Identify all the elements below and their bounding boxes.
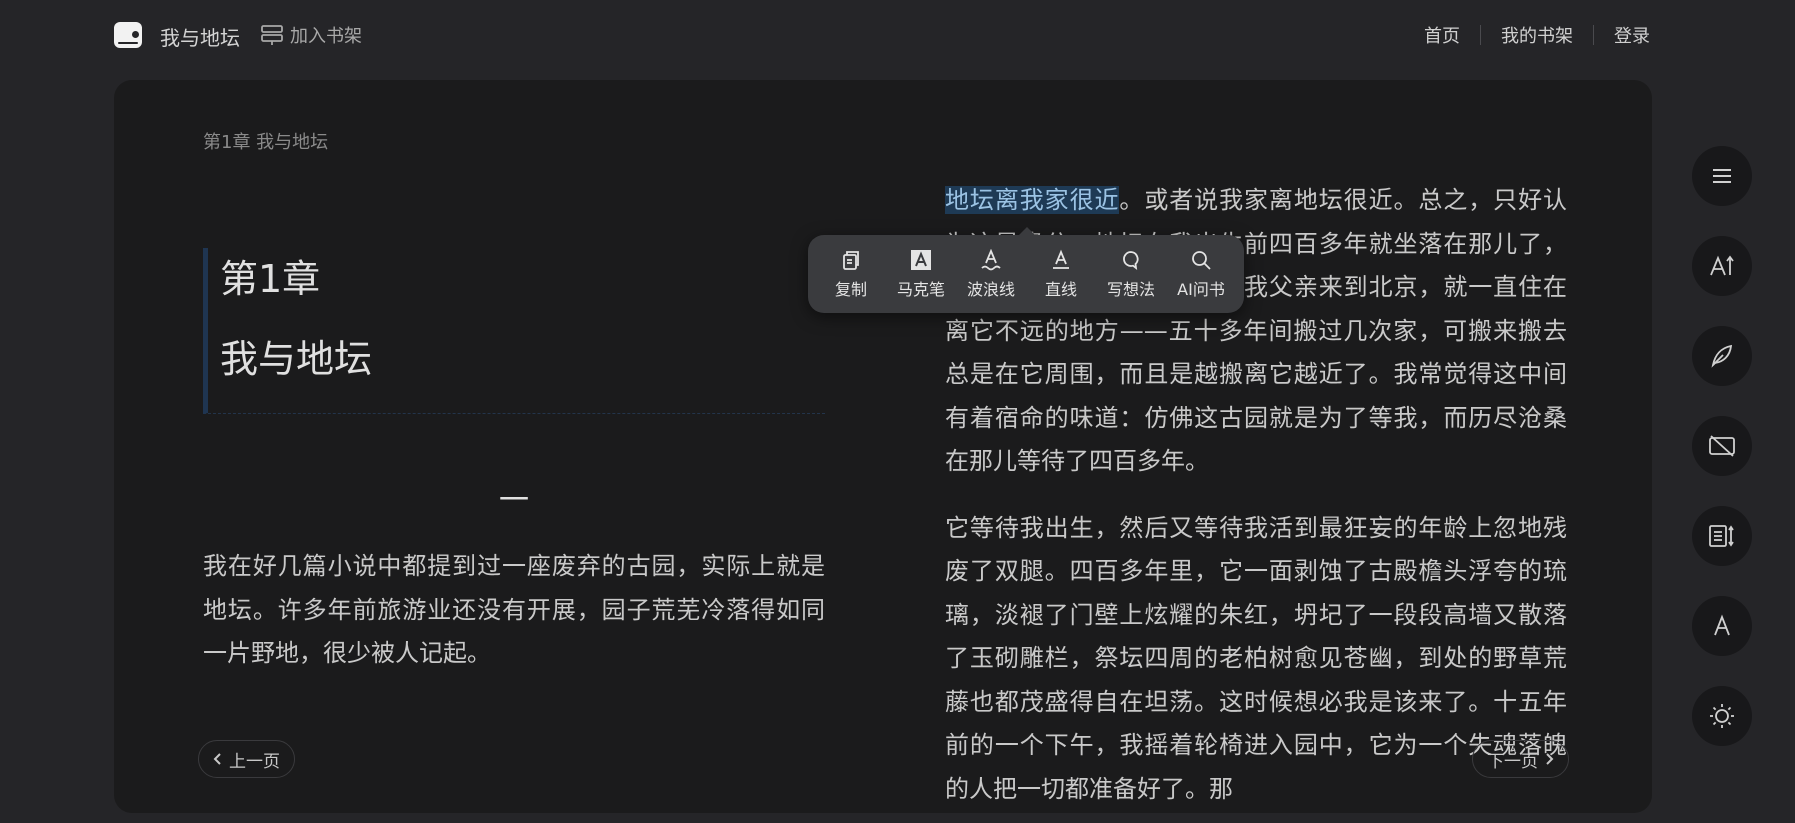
add-to-shelf-button[interactable]: 加入书架	[260, 22, 362, 48]
copy-label: 复制	[834, 279, 867, 299]
screen-off-button[interactable]	[1692, 416, 1752, 476]
marker-button[interactable]: 马克笔	[891, 249, 951, 300]
write-idea-button[interactable]: 写想法	[1101, 249, 1161, 300]
paragraph: 我在好几篇小说中都提到过一座废弃的古园，实际上就是地坛。许多年前旅游业还没有开展…	[203, 552, 825, 667]
font-size-button[interactable]	[1692, 236, 1752, 296]
prev-page-label: 上一页	[229, 751, 280, 772]
next-page-button[interactable]: 下一页	[1472, 740, 1569, 778]
chevron-right-icon	[1546, 753, 1554, 765]
ai-ask-label: AI问书	[1177, 279, 1225, 299]
thought-bubble-icon	[1123, 250, 1139, 270]
nav-login-link[interactable]: 登录	[1594, 22, 1650, 48]
reader-panel: 第1章 我与地坛 第1章 我与地坛 一 我在好几篇小说中都提到过一座废弃的古园，…	[114, 80, 1652, 813]
bookshelf-icon	[261, 25, 283, 45]
font-icon	[1714, 614, 1730, 636]
chevron-left-icon	[213, 753, 221, 765]
chapter-number: 第1章	[220, 257, 321, 301]
brightness-icon	[1710, 704, 1734, 728]
left-page-text: 我在好几篇小说中都提到过一座废弃的古园，实际上就是地坛。许多年前旅游业还没有开展…	[203, 545, 825, 676]
prev-page-button[interactable]: 上一页	[198, 740, 295, 778]
book-title: 我与地坛	[160, 26, 240, 50]
copy-icon	[843, 250, 859, 270]
paragraph: 地坛离我家很近。或者说我家离地坛很近。总之，只好认为这是缘分。地坛在我出生前四百…	[945, 179, 1567, 484]
toc-button[interactable]	[1692, 146, 1752, 206]
marker-icon	[911, 249, 931, 270]
write-idea-label: 写想法	[1106, 279, 1155, 299]
add-to-shelf-label: 加入书架	[290, 26, 362, 47]
paragraph-text: 。或者说我家离地坛很近。总之，只好认为这是缘分。地坛在我出生前四百多年就坐落在那…	[945, 186, 1568, 475]
wavy-line-button[interactable]: 波浪线	[961, 248, 1021, 300]
nav-my-shelf-link[interactable]: 我的书架	[1481, 22, 1593, 48]
chapter-title: 我与地坛	[220, 337, 373, 381]
chapter-heading-block: 第1章 我与地坛	[203, 248, 825, 414]
next-page-label: 下一页	[1487, 751, 1538, 772]
ai-ask-button[interactable]: AI问书	[1171, 249, 1231, 300]
section-marker: 一	[499, 483, 529, 518]
copy-button[interactable]: 复制	[821, 249, 881, 300]
pen-tool-button[interactable]	[1692, 326, 1752, 386]
pen-icon	[1711, 344, 1733, 368]
top-bar: 我与地坛 加入书架 首页 我的书架 登录	[0, 0, 1795, 70]
screen-off-icon	[1709, 435, 1735, 457]
brightness-button[interactable]	[1692, 686, 1752, 746]
font-size-icon	[1710, 255, 1734, 276]
underline-icon	[1053, 249, 1069, 269]
wavy-line-label: 波浪线	[966, 279, 1015, 299]
nav-home-link[interactable]: 首页	[1404, 22, 1480, 48]
top-nav: 首页 我的书架 登录	[1404, 22, 1650, 48]
selection-toolbar: 复制 马克笔 波浪线 直线 写想法 AI问书	[808, 227, 1244, 313]
auto-page-icon	[1709, 525, 1734, 547]
font-button[interactable]	[1692, 596, 1752, 656]
chapter-breadcrumb: 第1章 我与地坛	[203, 132, 329, 153]
menu-icon	[1713, 169, 1731, 183]
marker-label: 马克笔	[896, 279, 945, 299]
search-icon	[1192, 250, 1211, 270]
highlighted-selection[interactable]: 地坛离我家很近	[945, 186, 1120, 214]
wavy-underline-icon	[981, 248, 1001, 270]
straight-line-label: 直线	[1044, 279, 1077, 299]
app-logo-icon[interactable]	[114, 22, 142, 48]
auto-page-button[interactable]	[1692, 506, 1752, 566]
straight-line-button[interactable]: 直线	[1031, 249, 1091, 300]
